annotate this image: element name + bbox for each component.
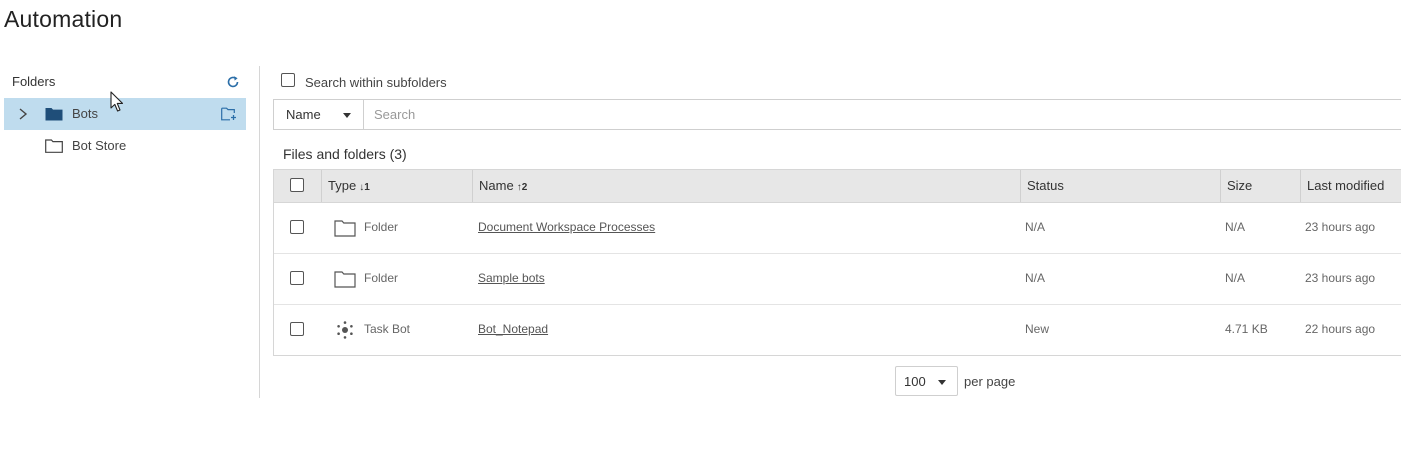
row-size: N/A [1225, 220, 1246, 234]
folders-panel: Folders Bots Bot Store [0, 66, 260, 398]
column-label: Status [1027, 178, 1064, 193]
column-header-name[interactable]: Name ↑2 [472, 170, 1020, 202]
row-last-modified: 23 hours ago [1305, 271, 1376, 285]
row-name-link[interactable]: Document Workspace Processes [478, 220, 655, 234]
folder-tree-label: Bots [72, 106, 99, 121]
page-size-value: 100 [904, 374, 926, 389]
caret-down-icon [343, 113, 351, 118]
files-table: Type ↓1 Name ↑2 Status Size Last modified … [273, 169, 1401, 356]
add-folder-icon[interactable] [221, 107, 237, 121]
table-header: Type ↓1 Name ↑2 Status Size Last modified [274, 170, 1401, 203]
mouse-cursor-icon [110, 91, 124, 112]
column-label: Size [1227, 178, 1253, 193]
row-last-modified: 22 hours ago [1305, 322, 1376, 336]
refresh-icon[interactable] [226, 75, 240, 89]
row-status: New [1025, 322, 1050, 336]
sort-indicator: ↑2 [516, 182, 528, 193]
row-size: N/A [1225, 271, 1246, 285]
table-row[interactable]: Folder Sample bots N/A N/A 23 hours ago [274, 254, 1401, 305]
folder-tree-label: Bot Store [72, 138, 127, 153]
files-title: Files and folders (3) [283, 146, 407, 162]
folder-tree-item-bot-store[interactable]: Bot Store [4, 130, 246, 162]
row-checkbox[interactable] [290, 322, 304, 336]
search-subfolders-checkbox[interactable] [281, 73, 295, 87]
row-status: N/A [1025, 220, 1046, 234]
column-header-last-modified[interactable]: Last modified [1300, 170, 1400, 202]
folder-outline-icon [45, 139, 63, 153]
sort-indicator: ↓1 [359, 182, 370, 193]
row-size: 4.71 KB [1225, 322, 1268, 336]
folder-filled-icon [45, 108, 63, 121]
row-type: Task Bot [364, 322, 411, 336]
folder-tree-item-bots[interactable]: Bots [4, 98, 246, 130]
column-label: Last modified [1307, 178, 1385, 193]
column-header-type[interactable]: Type ↓1 [321, 170, 472, 202]
column-header-status[interactable]: Status [1020, 170, 1220, 202]
column-label: Name [479, 178, 514, 193]
search-field-value: Name [286, 107, 321, 122]
page-title: Automation [4, 6, 123, 32]
per-page-label: per page [964, 374, 1016, 389]
column-label: Type [328, 178, 357, 193]
folder-icon [334, 271, 356, 288]
row-type: Folder [364, 220, 399, 234]
task-bot-icon [337, 321, 353, 339]
select-all-cell [274, 170, 320, 202]
select-all-checkbox[interactable] [290, 178, 304, 192]
folder-icon [334, 220, 356, 237]
search-bar: Name [273, 99, 1401, 130]
folders-heading: Folders [12, 74, 56, 89]
search-input[interactable] [364, 100, 1394, 129]
chevron-right-icon[interactable] [17, 107, 29, 121]
caret-down-icon [938, 380, 946, 385]
row-name-link[interactable]: Sample bots [478, 271, 545, 285]
row-checkbox[interactable] [290, 220, 304, 234]
row-last-modified: 23 hours ago [1305, 220, 1376, 234]
search-field-select[interactable]: Name [274, 100, 364, 129]
row-type: Folder [364, 271, 399, 285]
table-row[interactable]: Task Bot Bot_Notepad New 4.71 KB 22 hour… [274, 305, 1401, 356]
table-row[interactable]: Folder Document Workspace Processes N/A … [274, 203, 1401, 254]
row-checkbox[interactable] [290, 271, 304, 285]
row-name-link[interactable]: Bot_Notepad [478, 322, 548, 336]
page-size-select[interactable]: 100 [895, 366, 958, 396]
search-subfolders-label: Search within subfolders [305, 75, 447, 90]
column-header-size[interactable]: Size [1220, 170, 1300, 202]
row-status: N/A [1025, 271, 1046, 285]
